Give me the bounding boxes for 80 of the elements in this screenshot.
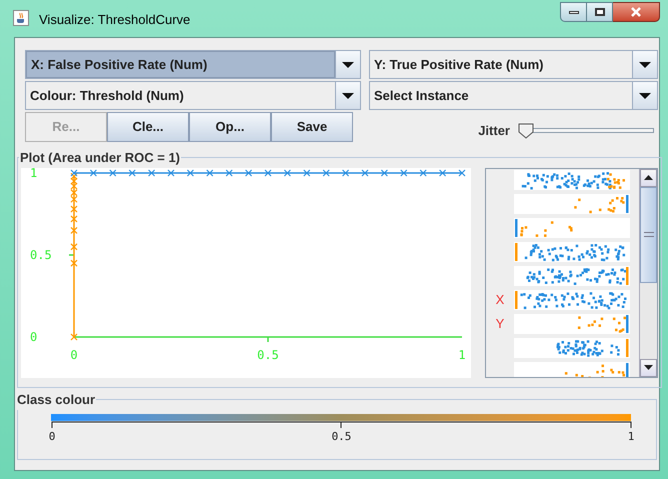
- x-tick-label: 0.5: [257, 348, 279, 362]
- maximize-icon: [594, 8, 604, 16]
- attribute-scatter-strip[interactable]: [514, 170, 630, 190]
- data-point: [70, 226, 78, 234]
- dropdown[interactable]: Y: True Positive Rate (Num): [369, 50, 658, 79]
- down-arrow-icon: [644, 365, 653, 370]
- attribute-scatter-strip[interactable]: [514, 362, 630, 376]
- dropdown[interactable]: Select Instance: [369, 81, 658, 110]
- scroll-up-button[interactable]: [640, 168, 657, 186]
- class-colour-title: Class colour: [16, 391, 96, 409]
- close-icon: [630, 7, 642, 17]
- data-point: [70, 242, 78, 250]
- data-point: [322, 168, 330, 176]
- toolbar-button[interactable]: Save: [271, 112, 353, 142]
- data-point: [400, 168, 408, 176]
- scale-tick-label: 1: [628, 428, 634, 444]
- data-point: [186, 168, 194, 176]
- plot-title: Plot (Area under ROC = 1): [19, 149, 181, 167]
- data-point: [128, 168, 136, 176]
- data-point: [148, 168, 156, 176]
- axis-marker: X: [496, 290, 504, 309]
- close-button[interactable]: [613, 2, 660, 22]
- data-point: [90, 168, 97, 176]
- data-point: [420, 168, 427, 176]
- attribute-scatter-strip[interactable]: [514, 290, 630, 310]
- data-point: [226, 168, 233, 176]
- scroll-down-button[interactable]: [640, 358, 657, 376]
- data-point: [342, 168, 350, 176]
- data-point: [70, 214, 78, 222]
- scale-tick-label: 0: [48, 428, 56, 444]
- caret-icon: [342, 62, 354, 68]
- data-point: [264, 168, 272, 176]
- data-point: [109, 168, 116, 176]
- slider-thumb[interactable]: [518, 123, 534, 139]
- toolbar-button[interactable]: Cle...: [107, 112, 189, 142]
- caret-icon: [639, 92, 651, 98]
- window-title: Visualize: ThresholdCurve: [39, 11, 190, 29]
- jitter-label: Jitter: [478, 122, 510, 140]
- attribute-scatter-strip[interactable]: [514, 242, 630, 262]
- caret-icon: [639, 62, 651, 68]
- data-point: [70, 204, 78, 212]
- y-tick-label: 1: [30, 168, 38, 180]
- data-point: [303, 168, 310, 176]
- attribute-scatter-strip[interactable]: [514, 194, 630, 214]
- x-tick-label: 0: [70, 348, 78, 362]
- data-point: [70, 332, 78, 340]
- dropdown-arrow-button[interactable]: [632, 82, 657, 109]
- minimize-icon: [568, 10, 578, 14]
- dropdown-arrow-button[interactable]: [632, 51, 657, 78]
- data-point: [458, 168, 466, 176]
- data-point: [380, 168, 388, 176]
- y-tick-label: 0: [30, 330, 38, 344]
- axis-marker: Y: [496, 314, 504, 333]
- dropdown[interactable]: X: False Positive Rate (Num): [25, 50, 361, 79]
- data-point: [245, 168, 252, 176]
- attribute-scatter-strip[interactable]: [514, 338, 630, 358]
- data-point: [361, 168, 369, 176]
- java-cup-icon: [13, 10, 29, 26]
- scrollbar[interactable]: [639, 168, 657, 376]
- minimize-button[interactable]: [560, 2, 587, 22]
- caret-icon: [342, 92, 354, 98]
- scale-tick-label: 0.5: [332, 428, 352, 444]
- x-tick-label: 1: [458, 348, 466, 362]
- toolbar-button[interactable]: Op...: [189, 112, 271, 142]
- data-point: [167, 168, 175, 176]
- maximize-button[interactable]: [587, 2, 613, 22]
- up-arrow-icon: [644, 175, 653, 180]
- dropdown-arrow-button[interactable]: [335, 82, 360, 109]
- attribute-scatter-strip[interactable]: [514, 218, 630, 238]
- data-point: [439, 168, 446, 176]
- attribute-scatter-strip[interactable]: [514, 266, 630, 286]
- y-tick: [69, 254, 74, 256]
- data-point: [70, 259, 78, 266]
- scroll-thumb[interactable]: [640, 186, 657, 282]
- y-tick-label: 0.5: [30, 248, 52, 262]
- dropdown[interactable]: Colour: Threshold (Num): [25, 81, 361, 110]
- data-point: [284, 168, 291, 176]
- data-point: [206, 168, 214, 176]
- dropdown-arrow-button[interactable]: [335, 51, 360, 78]
- attribute-scatter-strip[interactable]: [514, 314, 630, 334]
